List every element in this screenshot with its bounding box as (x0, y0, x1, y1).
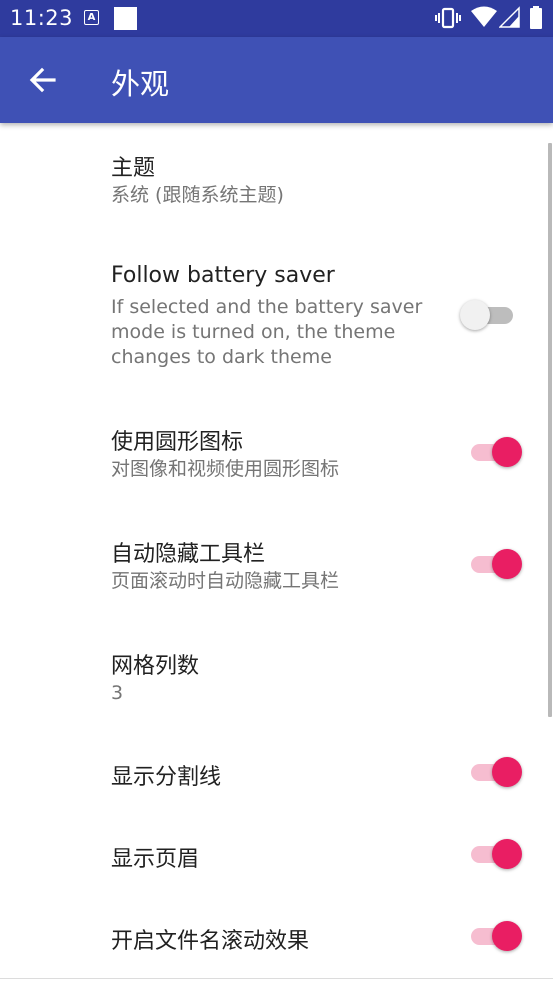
app-bar: 外观 (0, 37, 553, 123)
pref-title: 开启文件名滚动效果 (111, 929, 310, 954)
switch-thumb (492, 757, 522, 787)
pref-title: 显示分割线 (111, 765, 222, 790)
pref-title: 自动隐藏工具栏 (111, 542, 266, 567)
switch-thumb (492, 921, 522, 951)
pref-show-headers[interactable]: 显示页眉 (0, 818, 553, 898)
pref-title: Follow battery saver (111, 263, 335, 288)
wifi-icon (471, 6, 497, 27)
a-badge-icon: A (84, 10, 99, 25)
pref-summary: 对图像和视频使用圆形图标 (111, 458, 340, 480)
pref-title: 网格列数 (111, 654, 200, 679)
pref-summary: If selected and the battery saver mode i… (111, 296, 423, 368)
pref-title: 使用圆形图标 (111, 430, 244, 455)
vibrate-icon (435, 7, 461, 29)
pref-summary: 系统 (跟随系统主题) (111, 184, 284, 206)
show-headers-switch[interactable] (471, 839, 522, 869)
square-icon (114, 7, 137, 30)
filename-marquee-switch[interactable] (471, 921, 522, 951)
page-title: 外观 (111, 67, 170, 101)
show-dividers-switch[interactable] (471, 757, 522, 787)
pref-auto-hide-toolbar[interactable]: 自动隐藏工具栏 页面滚动时自动隐藏工具栏 (0, 512, 553, 622)
bottom-divider (0, 978, 553, 979)
round-icons-switch[interactable] (471, 437, 522, 467)
switch-thumb (460, 300, 490, 330)
pref-theme[interactable]: 主题 系统 (跟随系统主题) (0, 123, 553, 233)
status-icons (435, 6, 547, 30)
switch-thumb (492, 437, 522, 467)
auto-hide-toolbar-switch[interactable] (471, 549, 522, 579)
pref-summary: 页面滚动时自动隐藏工具栏 (111, 570, 340, 592)
pref-round-icons[interactable]: 使用圆形图标 对图像和视频使用圆形图标 (0, 400, 553, 510)
status-time: 11:23 (10, 6, 74, 30)
signal-icon (499, 6, 520, 28)
battery-saver-switch[interactable] (460, 300, 513, 330)
pref-title: 显示页眉 (111, 847, 200, 872)
arrow-back-icon[interactable] (26, 63, 60, 97)
pref-follow-battery-saver[interactable]: Follow battery saver If selected and the… (0, 233, 553, 393)
pref-show-dividers[interactable]: 显示分割线 (0, 736, 553, 816)
switch-thumb (492, 839, 522, 869)
pref-summary: 3 (111, 682, 124, 704)
pref-title: 主题 (111, 156, 156, 181)
status-bar: 11:23 A (0, 0, 553, 37)
pref-filename-marquee[interactable]: 开启文件名滚动效果 (0, 900, 553, 978)
switch-thumb (492, 549, 522, 579)
pref-grid-columns[interactable]: 网格列数 3 (0, 624, 553, 734)
scrollbar[interactable] (548, 143, 552, 717)
battery-icon (530, 6, 542, 29)
